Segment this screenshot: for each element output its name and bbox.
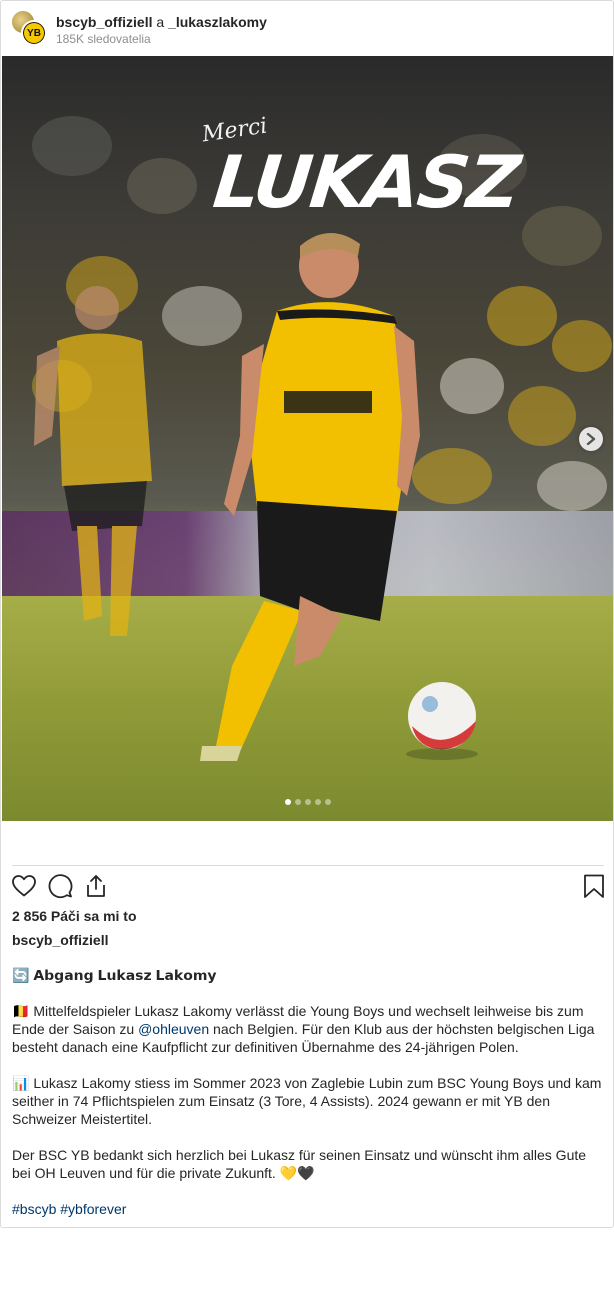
caption-paragraph-transfer: 🇧🇪 Mittelfeldspieler Lukasz Lakomy verlä… [12, 1002, 604, 1056]
bookmark-icon[interactable] [581, 873, 607, 899]
carousel-dot [305, 799, 311, 805]
next-slide-button[interactable] [579, 427, 603, 451]
carousel-dot [325, 799, 331, 805]
carousel-dot [295, 799, 301, 805]
share-icon[interactable] [83, 873, 109, 899]
like-count[interactable]: 2 856 Páči sa mi to [12, 908, 137, 924]
post-caption: 🔄 𝗔𝗯𝗴𝗮𝗻𝗴 𝗟𝘂𝗸𝗮𝘀𝘇 𝗟𝗮𝗸𝗼𝗺𝘆 🇧🇪 Mittelfeldspie… [12, 966, 604, 1227]
comment-icon[interactable] [47, 873, 73, 899]
mention-ohleuven-link[interactable]: @ohleuven [138, 1021, 209, 1037]
instagram-post-card: YB bscyb_offiziell a _lukaszlakomy 185K … [0, 0, 614, 1228]
carousel-dot [285, 799, 291, 805]
actions-divider [12, 865, 604, 866]
account-primary-link[interactable]: bscyb_offiziell [56, 14, 152, 30]
collab-avatars[interactable]: YB [11, 10, 49, 46]
action-bar [11, 873, 605, 901]
caption-hashtags: #bscyb #ybforever [12, 1200, 604, 1218]
carousel-indicator [2, 799, 613, 805]
hashtag-link[interactable]: #bscyb [12, 1201, 56, 1217]
post-image[interactable]: Merci LUKASZ [2, 56, 613, 821]
caption-headline: 🔄 𝗔𝗯𝗴𝗮𝗻𝗴 𝗟𝘂𝗸𝗮𝘀𝘇 𝗟𝗮𝗸𝗼𝗺𝘆 [12, 967, 217, 983]
caption-paragraph-stats: 📊 Lukasz Lakomy stiess im Sommer 2023 vo… [12, 1075, 602, 1127]
collab-accounts: bscyb_offiziell a _lukaszlakomy [56, 13, 267, 31]
avatar-bscyb[interactable]: YB [21, 20, 47, 46]
conjunction: a [156, 14, 165, 30]
caption-paragraph-thanks: Der BSC YB bedankt sich herzlich bei Luk… [12, 1147, 587, 1181]
caption-author-link[interactable]: bscyb_offiziell [12, 932, 108, 948]
heart-icon[interactable] [11, 873, 37, 899]
account-secondary-link[interactable]: _lukaszlakomy [168, 14, 267, 30]
follower-count: 185K sledovatelia [56, 32, 151, 46]
header-text: bscyb_offiziell a _lukaszlakomy 185K sle… [56, 13, 267, 46]
post-header: YB bscyb_offiziell a _lukaszlakomy 185K … [1, 1, 613, 55]
hashtag-link[interactable]: #ybforever [60, 1201, 126, 1217]
carousel-dot [315, 799, 321, 805]
overlay-player-name: LUKASZ [209, 140, 523, 224]
chevron-right-icon [586, 433, 596, 445]
